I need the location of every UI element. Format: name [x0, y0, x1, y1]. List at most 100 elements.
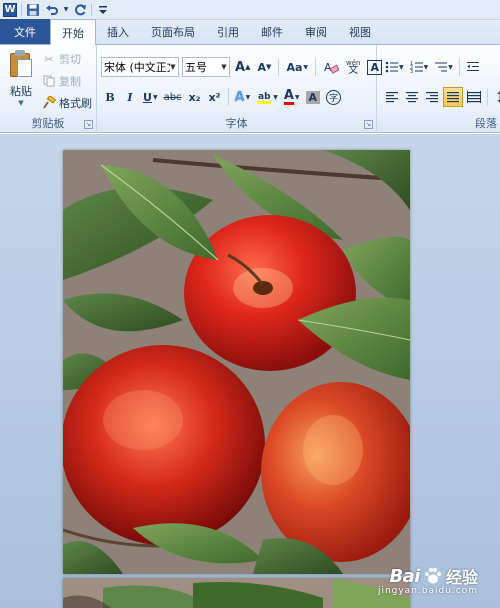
- enclose-characters-button[interactable]: 字: [324, 87, 343, 107]
- watermark-url: jingyan.baidu.com: [377, 586, 478, 596]
- font-color-icon: A: [283, 87, 294, 105]
- subscript-button[interactable]: x₂: [186, 87, 204, 107]
- character-shading-button[interactable]: A: [304, 87, 323, 107]
- paste-dropdown-icon[interactable]: ▼: [18, 99, 23, 107]
- line-spacing-button[interactable]: [492, 87, 500, 107]
- font-name-value: 宋体 (中文正文: [104, 61, 170, 74]
- text-effects-button[interactable]: A ▼: [233, 87, 253, 107]
- quick-access-toolbar: W ▼: [0, 0, 500, 20]
- decrease-indent-icon: [466, 62, 479, 71]
- svg-text:3: 3: [410, 69, 413, 74]
- document-page-2[interactable]: [63, 578, 410, 608]
- redo-icon[interactable]: [72, 2, 88, 18]
- svg-text:ab: ab: [258, 92, 271, 102]
- tab-view[interactable]: 视图: [338, 20, 382, 44]
- format-painter-icon: [42, 96, 56, 110]
- highlighter-icon: ab: [257, 92, 271, 104]
- line-spacing-icon: [497, 91, 500, 103]
- grow-font-icon: A: [235, 59, 246, 75]
- superscript-button[interactable]: x²: [206, 87, 224, 107]
- align-right-button[interactable]: [423, 87, 441, 107]
- font-name-combo[interactable]: 宋体 (中文正文 ▼: [101, 57, 179, 77]
- copy-label: 复制: [59, 75, 81, 88]
- change-case-button[interactable]: Aa ▼: [284, 57, 310, 77]
- font-group: 宋体 (中文正文 ▼ 五号 ▼ A▲ A▼ Aa▼ A wén 文 A: [97, 45, 382, 133]
- undo-dropdown-icon[interactable]: ▼: [63, 2, 69, 18]
- bullets-button[interactable]: ▼: [383, 57, 406, 77]
- chevron-down-icon: ▼: [170, 63, 176, 71]
- bullets-icon: [385, 61, 398, 73]
- decrease-indent-button[interactable]: [464, 57, 482, 77]
- font-group-label: 字体: [225, 117, 248, 130]
- align-right-icon: [426, 92, 438, 103]
- font-size-combo[interactable]: 五号 ▼: [182, 57, 230, 77]
- text-effects-icon: A: [234, 89, 245, 105]
- tab-references[interactable]: 引用: [206, 20, 250, 44]
- qat-separator: [91, 3, 92, 16]
- copy-button[interactable]: 复制: [42, 73, 92, 89]
- character-shading-icon: A: [305, 90, 321, 104]
- format-painter-label: 格式刷: [59, 97, 92, 110]
- enclose-characters-icon: 字: [326, 89, 342, 105]
- paste-label: 粘贴: [10, 85, 32, 98]
- clipboard-group-label: 剪贴板: [31, 117, 65, 130]
- word-logo: W: [3, 2, 17, 17]
- shrink-font-icon: A: [257, 60, 267, 74]
- qat-separator: [21, 3, 22, 16]
- distributed-icon: [467, 91, 481, 103]
- justify-icon: [447, 92, 459, 103]
- strikethrough-button[interactable]: abc: [162, 87, 184, 107]
- apples-image[interactable]: [61, 150, 421, 574]
- tab-review[interactable]: 审阅: [294, 20, 338, 44]
- svg-text:A: A: [324, 61, 332, 74]
- italic-button[interactable]: I: [121, 87, 139, 107]
- font-size-value: 五号: [185, 61, 207, 74]
- clipboard-group: 粘贴 ▼ ✂ 剪切 复制 格式刷 剪贴板 ↘: [0, 45, 97, 133]
- ribbon-separator: [278, 58, 280, 76]
- tab-home[interactable]: 开始: [50, 19, 96, 45]
- chevron-down-icon: ▼: [221, 63, 227, 71]
- tab-mailings[interactable]: 邮件: [250, 20, 294, 44]
- save-icon[interactable]: [25, 2, 41, 18]
- tab-file[interactable]: 文件: [0, 19, 50, 44]
- undo-icon[interactable]: [44, 2, 60, 18]
- font-launcher-icon[interactable]: ↘: [364, 120, 373, 129]
- align-left-icon: [386, 92, 398, 103]
- bold-button[interactable]: B: [101, 87, 119, 107]
- font-color-button[interactable]: A ▼: [282, 87, 302, 107]
- format-painter-button[interactable]: 格式刷: [42, 95, 92, 111]
- clear-formatting-button[interactable]: A: [321, 57, 341, 77]
- tab-page-layout[interactable]: 页面布局: [140, 20, 206, 44]
- document-page-1[interactable]: [61, 150, 421, 574]
- customize-qat-icon[interactable]: [95, 2, 111, 18]
- align-center-button[interactable]: [403, 87, 421, 107]
- justify-button[interactable]: [443, 87, 463, 107]
- shrink-font-button[interactable]: A ▼: [255, 57, 273, 77]
- phonetic-guide-button[interactable]: wén 文: [344, 57, 362, 77]
- cut-label: 剪切: [59, 53, 81, 66]
- multilevel-list-icon: [435, 62, 448, 72]
- ribbon-home: 粘贴 ▼ ✂ 剪切 复制 格式刷 剪贴板 ↘ 宋体 (中文正 ▼ 五号 ▼ A …: [0, 45, 500, 133]
- tab-insert[interactable]: 插入: [96, 20, 140, 44]
- ribbon-separator: [315, 58, 317, 76]
- underline-button[interactable]: U ▼: [141, 87, 160, 107]
- numbering-button[interactable]: 123 ▼: [408, 57, 431, 77]
- ribbon-tabs: 文件 开始 插入 页面布局 引用 邮件 审阅 视图: [0, 19, 500, 45]
- baidu-jingyan-watermark: Bai 经验 jingyan.baidu.com: [378, 564, 478, 597]
- paste-button[interactable]: 粘贴 ▼: [4, 49, 38, 107]
- underline-icon: U: [143, 90, 152, 104]
- watermark-brand-cn: 经验: [445, 568, 478, 587]
- paragraph-group-label: 段落: [475, 117, 497, 130]
- cut-button[interactable]: ✂ 剪切: [42, 51, 92, 67]
- align-left-button[interactable]: [383, 87, 401, 107]
- clipboard-launcher-icon[interactable]: ↘: [84, 120, 93, 129]
- ribbon-separator: [227, 88, 229, 106]
- copy-icon: [42, 74, 56, 88]
- apples-image-repeat[interactable]: [63, 578, 410, 608]
- grow-font-button[interactable]: A ▲: [233, 57, 252, 77]
- highlight-button[interactable]: ab ▼: [254, 87, 280, 107]
- distributed-button[interactable]: [465, 87, 483, 107]
- word-app-icon[interactable]: W: [2, 2, 18, 18]
- paw-icon: [424, 568, 441, 584]
- multilevel-list-button[interactable]: ▼: [432, 57, 455, 77]
